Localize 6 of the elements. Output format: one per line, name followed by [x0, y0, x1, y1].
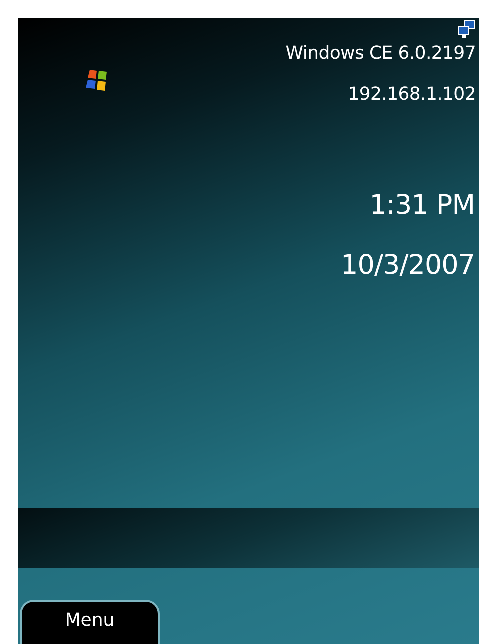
- network-icon[interactable]: [458, 20, 476, 40]
- menu-button[interactable]: Menu: [20, 600, 160, 644]
- clock-time: 1:31 PM: [370, 189, 475, 223]
- os-version-text: Windows CE 6.0.2197: [286, 43, 476, 65]
- clock-date: 10/3/2007: [341, 249, 475, 283]
- ip-address-text: 192.168.1.102: [348, 84, 476, 106]
